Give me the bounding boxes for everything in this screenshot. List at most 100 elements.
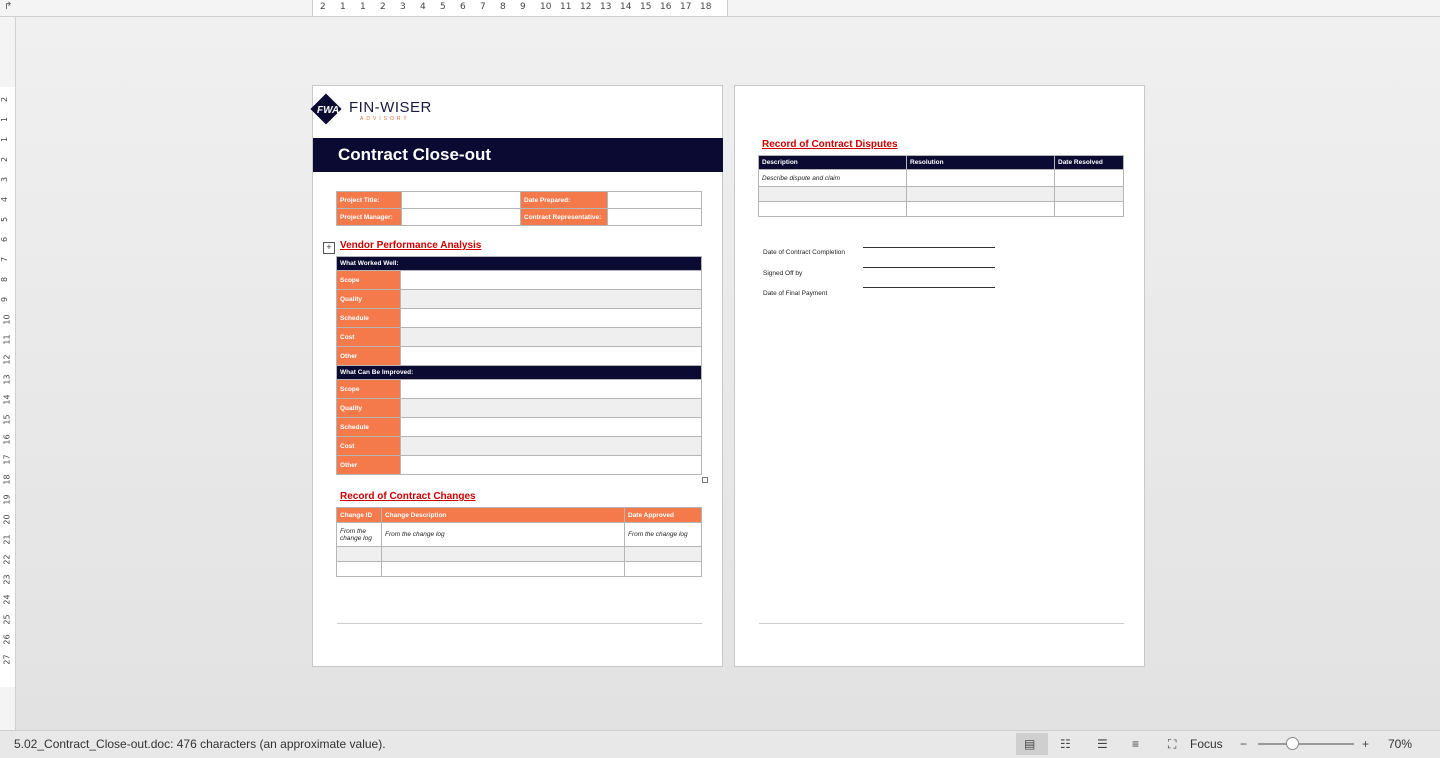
im-quality-label: Quality (336, 398, 401, 418)
change-id-cell[interactable]: From the change log (336, 522, 382, 547)
logo-name: FIN-WISER (349, 99, 432, 116)
zoom-in-icon[interactable]: + (1362, 737, 1369, 751)
date-prepared-cell[interactable] (607, 191, 702, 209)
im-scope-cell[interactable] (400, 379, 702, 399)
table-cell[interactable] (624, 546, 702, 562)
signed-off-line[interactable] (863, 267, 995, 268)
project-info-table[interactable]: Project Title: Date Prepared: Project Ma… (336, 191, 702, 226)
table-cell[interactable] (758, 201, 907, 217)
changes-table[interactable]: Change ID Change Description Date Approv… (336, 507, 702, 577)
ruler-tick-label: 11 (560, 2, 572, 12)
table-cell[interactable] (381, 561, 625, 577)
ww-cost-cell[interactable] (400, 327, 702, 347)
ruler-tick-label: 1 (360, 2, 366, 12)
signed-off-label: Signed Off by (763, 270, 803, 277)
ww-other-cell[interactable] (400, 346, 702, 366)
table-cell[interactable] (336, 561, 382, 577)
ruler-tick-label: 8 (500, 2, 506, 12)
vruler-tick-label: 24 (2, 594, 12, 605)
zoom-slider-handle[interactable] (1286, 737, 1299, 750)
vruler-tick-label: 18 (2, 474, 12, 485)
im-schedule-label: Schedule (336, 417, 401, 437)
date-resolved-cell[interactable] (1054, 169, 1124, 187)
vruler-tick-label: 21 (2, 534, 12, 545)
im-schedule-cell[interactable] (400, 417, 702, 437)
change-desc-cell[interactable]: From the change log (381, 522, 625, 547)
completion-date-label: Date of Contract Completion (763, 249, 846, 256)
ruler-tick-label: 2 (320, 2, 326, 12)
ruler-tick-label: 6 (460, 2, 466, 12)
completion-date-line[interactable] (863, 247, 995, 248)
focus-button[interactable]: Focus (1190, 737, 1223, 751)
focus-icon[interactable]: ⛶ (1168, 737, 1176, 752)
project-title-label: Project Title: (336, 191, 402, 209)
vruler-tick-label: 2 (0, 96, 10, 103)
disputes-heading: Record of Contract Disputes (762, 139, 898, 150)
im-quality-cell[interactable] (400, 398, 702, 418)
company-logo: FWA FIN-WISER ADVISORY (310, 93, 435, 126)
description-cell[interactable]: Describe dispute and claim (758, 169, 907, 187)
table-cell[interactable] (1054, 186, 1124, 202)
page-1[interactable]: FWA FIN-WISER ADVISORY Contract Close-ou… (310, 85, 723, 667)
page-2[interactable]: Record of Contract Disputes Description … (734, 85, 1145, 667)
table-cell[interactable] (906, 186, 1055, 202)
vruler-tick-label: 26 (2, 634, 12, 645)
ww-scope-cell[interactable] (400, 270, 702, 290)
horizontal-ruler[interactable]: ↱ 2 1 1 2 3 4 5 6 7 8 9 10 11 12 13 14 15 16 17 18 (0, 0, 1440, 17)
ww-cost-label: Cost (336, 327, 401, 347)
date-prepared-label: Date Prepared: (520, 191, 608, 209)
ruler-tick-label: 10 (540, 2, 552, 12)
project-title-cell[interactable] (401, 191, 521, 209)
disputes-table[interactable]: Description Resolution Date Resolved Des… (758, 155, 1124, 217)
draft-view-icon[interactable]: ≡ (1132, 737, 1139, 751)
project-manager-cell[interactable] (401, 208, 521, 226)
vendor-table[interactable]: What Worked Well: Scope Quality Schedule… (336, 256, 702, 475)
vruler-tick-label: 16 (2, 434, 12, 445)
im-other-cell[interactable] (400, 455, 702, 475)
table-cell[interactable] (1054, 201, 1124, 217)
resolution-header: Resolution (906, 155, 1055, 170)
vruler-tick-label: 8 (0, 276, 10, 283)
resolution-cell[interactable] (906, 169, 1055, 187)
table-cell[interactable] (906, 201, 1055, 217)
table-cell[interactable] (381, 546, 625, 562)
table-move-handle-icon[interactable]: + (323, 242, 335, 254)
vruler-tick-label: 11 (2, 334, 12, 345)
ww-schedule-cell[interactable] (400, 308, 702, 328)
document-info: 5.02_Contract_Close-out.doc: 476 charact… (14, 737, 386, 751)
zoom-out-icon[interactable]: − (1240, 737, 1247, 751)
ww-scope-label: Scope (336, 270, 401, 290)
vertical-ruler[interactable]: 2 1 1 2 3 4 5 6 7 8 9 10 11 12 13 14 15 16 17 18 19 20 21 22 23 2… (0, 17, 16, 730)
vruler-tick-label: 17 (2, 454, 12, 465)
table-cell[interactable] (336, 546, 382, 562)
ruler-tick-label: 17 (680, 2, 692, 12)
zoom-slider-track[interactable] (1258, 743, 1354, 745)
date-resolved-header: Date Resolved (1054, 155, 1124, 170)
date-approved-cell[interactable]: From the change log (624, 522, 702, 547)
ruler-tick-label: 1 (340, 2, 346, 12)
tab-selector-icon[interactable]: ↱ (4, 1, 12, 12)
vruler-tick-label: 1 (0, 136, 10, 143)
vendor-heading: Vendor Performance Analysis (340, 240, 482, 251)
final-payment-line[interactable] (863, 287, 995, 288)
document-canvas[interactable] (16, 17, 1440, 730)
web-layout-icon[interactable]: ☷ (1060, 737, 1071, 751)
table-cell[interactable] (624, 561, 702, 577)
ruler-tick-label: 5 (440, 2, 446, 12)
ruler-tick-label: 12 (580, 2, 592, 12)
print-layout-icon[interactable]: ▤ (1024, 737, 1035, 751)
ruler-tick-label: 15 (640, 2, 652, 12)
zoom-level[interactable]: 70% (1388, 737, 1412, 751)
vruler-tick-label: 15 (2, 414, 12, 425)
ww-quality-cell[interactable] (400, 289, 702, 309)
vruler-tick-label: 19 (2, 494, 12, 505)
table-cell[interactable] (758, 186, 907, 202)
vruler-tick-label: 14 (2, 394, 12, 405)
im-cost-cell[interactable] (400, 436, 702, 456)
date-approved-header: Date Approved (624, 507, 702, 523)
contract-rep-cell[interactable] (607, 208, 702, 226)
im-other-label: Other (336, 455, 401, 475)
table-resize-handle-icon[interactable] (702, 477, 708, 483)
outline-view-icon[interactable]: ☰ (1097, 737, 1108, 751)
ruler-tick-label: 14 (620, 2, 632, 12)
